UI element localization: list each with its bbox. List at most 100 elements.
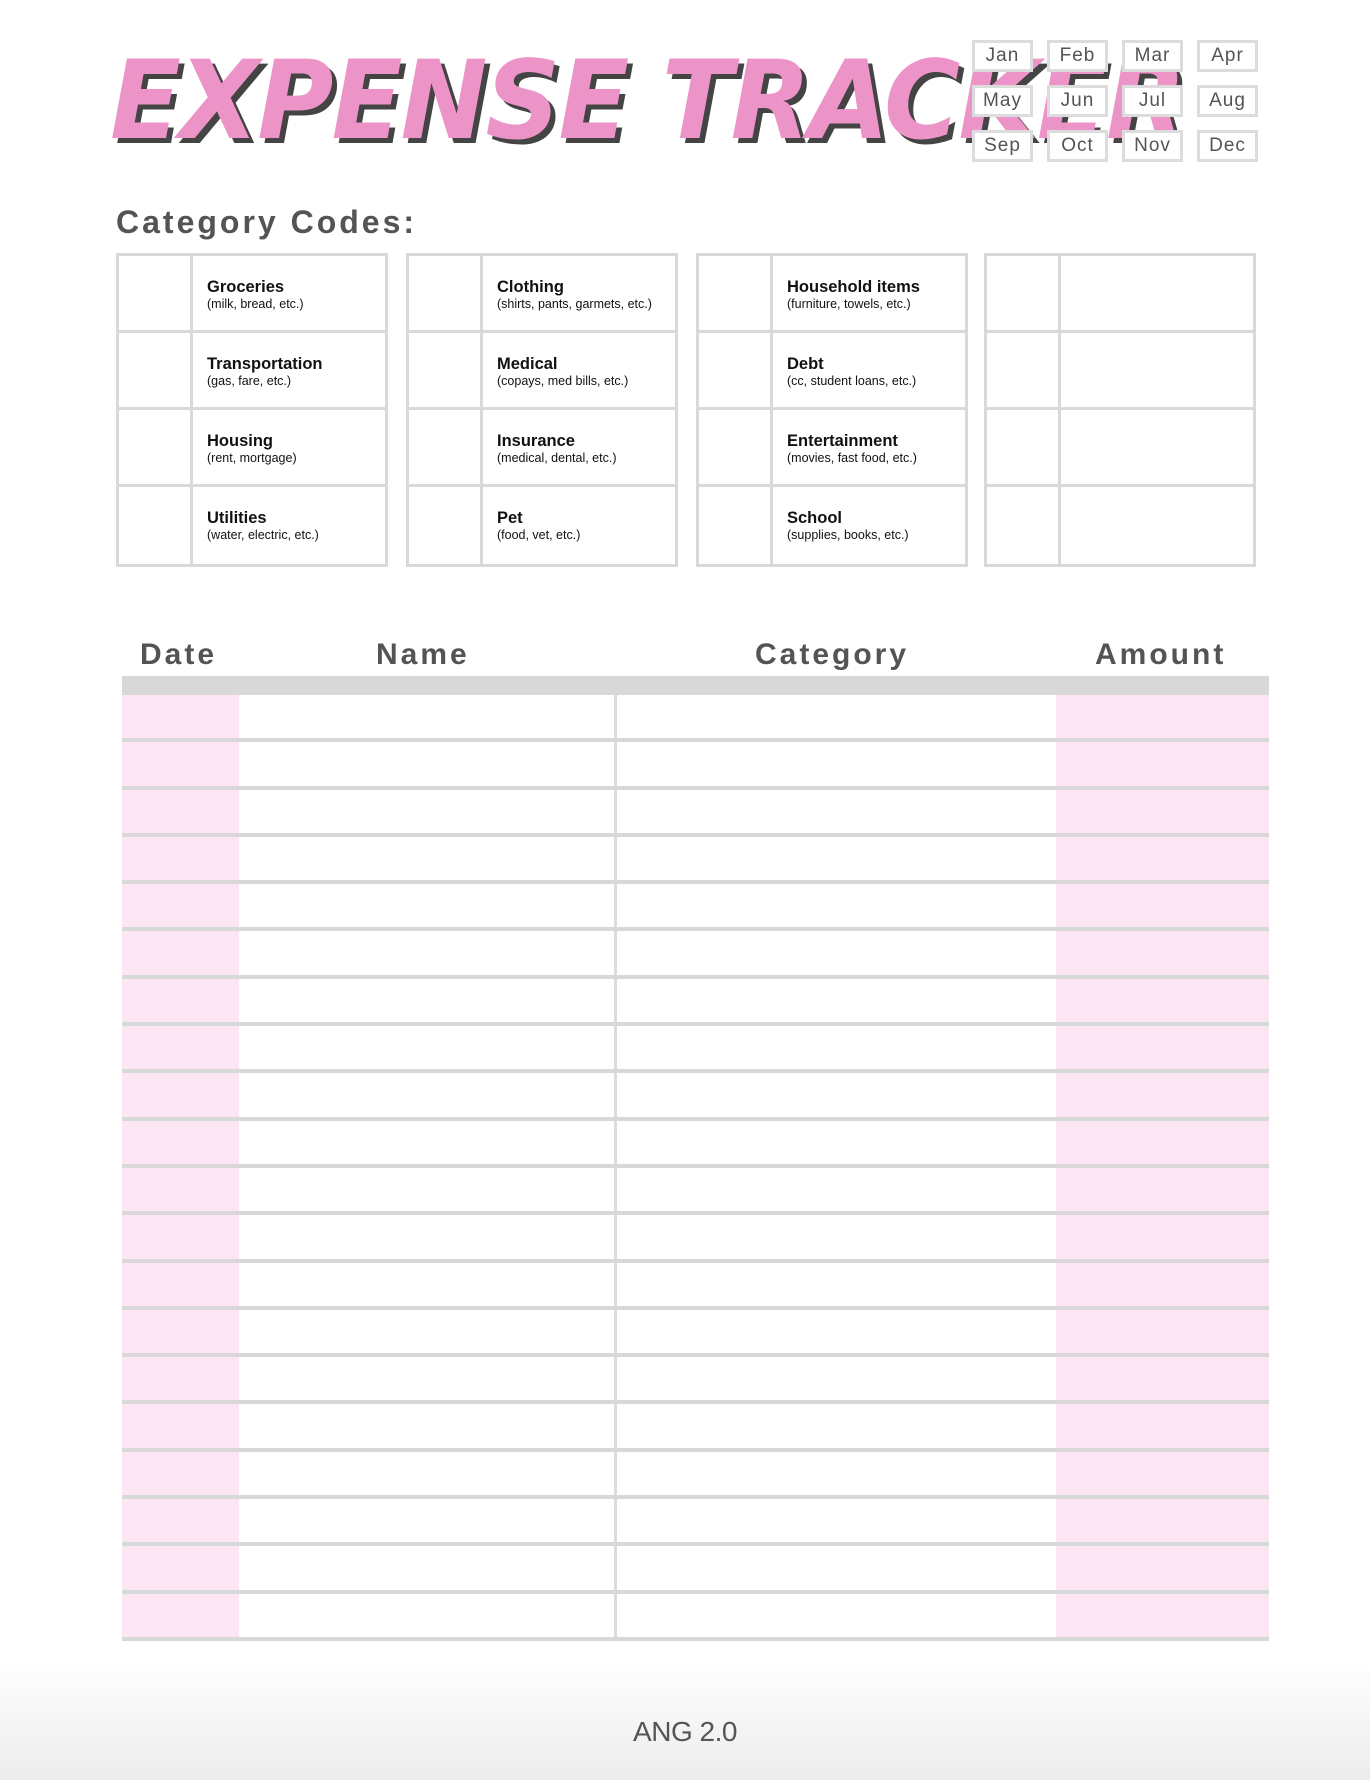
- amount-cell[interactable]: [1056, 1404, 1269, 1447]
- amount-cell[interactable]: [1056, 1215, 1269, 1258]
- date-cell[interactable]: [122, 1121, 239, 1164]
- date-cell[interactable]: [122, 1026, 239, 1069]
- category-cell[interactable]: [614, 837, 1056, 880]
- category-code-field[interactable]: [987, 256, 1061, 330]
- name-cell[interactable]: [239, 790, 614, 833]
- category-cell[interactable]: [614, 1499, 1056, 1542]
- name-cell[interactable]: [239, 695, 614, 738]
- category-label[interactable]: [1061, 410, 1253, 484]
- category-code-field[interactable]: [119, 410, 193, 484]
- date-cell[interactable]: [122, 1263, 239, 1306]
- amount-cell[interactable]: [1056, 1546, 1269, 1589]
- amount-cell[interactable]: [1056, 1121, 1269, 1164]
- category-cell[interactable]: [614, 1073, 1056, 1116]
- amount-cell[interactable]: [1056, 1594, 1269, 1637]
- name-cell[interactable]: [239, 1357, 614, 1400]
- category-code-field[interactable]: [699, 256, 773, 330]
- category-code-field[interactable]: [699, 487, 773, 564]
- date-cell[interactable]: [122, 1357, 239, 1400]
- month-box-feb[interactable]: Feb: [1047, 40, 1108, 72]
- name-cell[interactable]: [239, 837, 614, 880]
- amount-cell[interactable]: [1056, 931, 1269, 974]
- category-cell[interactable]: [614, 1357, 1056, 1400]
- category-cell[interactable]: [614, 1546, 1056, 1589]
- amount-cell[interactable]: [1056, 742, 1269, 785]
- amount-cell[interactable]: [1056, 790, 1269, 833]
- category-cell[interactable]: [614, 1594, 1056, 1637]
- amount-cell[interactable]: [1056, 837, 1269, 880]
- date-cell[interactable]: [122, 695, 239, 738]
- month-box-jan[interactable]: Jan: [972, 40, 1033, 72]
- category-cell[interactable]: [614, 742, 1056, 785]
- name-cell[interactable]: [239, 884, 614, 927]
- category-code-field[interactable]: [699, 410, 773, 484]
- category-cell[interactable]: [614, 1452, 1056, 1495]
- name-cell[interactable]: [239, 1168, 614, 1211]
- amount-cell[interactable]: [1056, 695, 1269, 738]
- name-cell[interactable]: [239, 1215, 614, 1258]
- amount-cell[interactable]: [1056, 1026, 1269, 1069]
- name-cell[interactable]: [239, 1594, 614, 1637]
- category-cell[interactable]: [614, 1404, 1056, 1447]
- amount-cell[interactable]: [1056, 1310, 1269, 1353]
- amount-cell[interactable]: [1056, 1452, 1269, 1495]
- name-cell[interactable]: [239, 1546, 614, 1589]
- amount-cell[interactable]: [1056, 1073, 1269, 1116]
- date-cell[interactable]: [122, 884, 239, 927]
- month-box-sep[interactable]: Sep: [972, 130, 1033, 162]
- category-code-field[interactable]: [119, 487, 193, 564]
- name-cell[interactable]: [239, 1121, 614, 1164]
- category-label[interactable]: [1061, 487, 1253, 564]
- category-code-field[interactable]: [409, 333, 483, 407]
- name-cell[interactable]: [239, 1263, 614, 1306]
- month-box-oct[interactable]: Oct: [1047, 130, 1108, 162]
- category-code-field[interactable]: [119, 333, 193, 407]
- name-cell[interactable]: [239, 979, 614, 1022]
- category-cell[interactable]: [614, 1310, 1056, 1353]
- amount-cell[interactable]: [1056, 1357, 1269, 1400]
- category-code-field[interactable]: [409, 410, 483, 484]
- date-cell[interactable]: [122, 1452, 239, 1495]
- date-cell[interactable]: [122, 1499, 239, 1542]
- category-cell[interactable]: [614, 1121, 1056, 1164]
- category-code-field[interactable]: [987, 487, 1061, 564]
- name-cell[interactable]: [239, 1404, 614, 1447]
- category-cell[interactable]: [614, 1168, 1056, 1211]
- category-code-field[interactable]: [409, 256, 483, 330]
- month-box-may[interactable]: May: [972, 85, 1033, 117]
- date-cell[interactable]: [122, 742, 239, 785]
- amount-cell[interactable]: [1056, 1168, 1269, 1211]
- name-cell[interactable]: [239, 931, 614, 974]
- month-box-dec[interactable]: Dec: [1197, 130, 1258, 162]
- month-box-apr[interactable]: Apr: [1197, 40, 1258, 72]
- date-cell[interactable]: [122, 979, 239, 1022]
- date-cell[interactable]: [122, 1546, 239, 1589]
- month-box-jul[interactable]: Jul: [1122, 85, 1183, 117]
- category-label[interactable]: [1061, 333, 1253, 407]
- amount-cell[interactable]: [1056, 1499, 1269, 1542]
- date-cell[interactable]: [122, 1215, 239, 1258]
- category-cell[interactable]: [614, 1026, 1056, 1069]
- date-cell[interactable]: [122, 1594, 239, 1637]
- date-cell[interactable]: [122, 790, 239, 833]
- month-box-nov[interactable]: Nov: [1122, 130, 1183, 162]
- category-label[interactable]: [1061, 256, 1253, 330]
- amount-cell[interactable]: [1056, 884, 1269, 927]
- date-cell[interactable]: [122, 1310, 239, 1353]
- name-cell[interactable]: [239, 742, 614, 785]
- amount-cell[interactable]: [1056, 979, 1269, 1022]
- category-cell[interactable]: [614, 884, 1056, 927]
- category-cell[interactable]: [614, 790, 1056, 833]
- amount-cell[interactable]: [1056, 1263, 1269, 1306]
- date-cell[interactable]: [122, 1073, 239, 1116]
- category-cell[interactable]: [614, 695, 1056, 738]
- category-cell[interactable]: [614, 1263, 1056, 1306]
- category-cell[interactable]: [614, 979, 1056, 1022]
- month-box-mar[interactable]: Mar: [1122, 40, 1183, 72]
- date-cell[interactable]: [122, 1404, 239, 1447]
- date-cell[interactable]: [122, 1168, 239, 1211]
- category-code-field[interactable]: [699, 333, 773, 407]
- name-cell[interactable]: [239, 1026, 614, 1069]
- category-code-field[interactable]: [987, 333, 1061, 407]
- date-cell[interactable]: [122, 837, 239, 880]
